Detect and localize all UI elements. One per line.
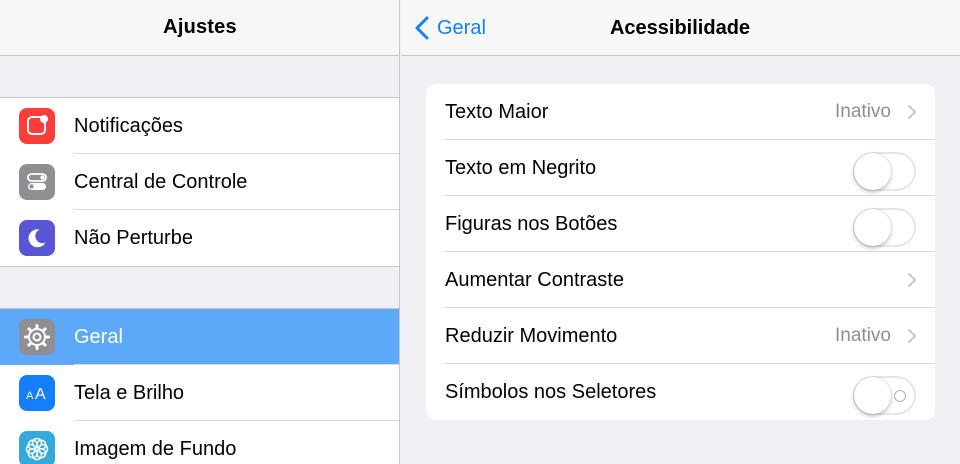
off-circle-icon: [894, 390, 906, 402]
page-title-container: Acessibilidade: [401, 0, 960, 56]
notifications-icon: [19, 108, 55, 144]
toggle-knob: [854, 153, 891, 190]
sidebar-item-label: Tela e Brilho: [74, 381, 185, 404]
chevron-right-icon: [908, 273, 916, 287]
row-reduzir-movimento[interactable]: Reduzir Movimento Inativo: [426, 308, 935, 364]
svg-text:A: A: [35, 386, 46, 403]
page-title: Acessibilidade: [609, 16, 751, 39]
sidebar-item-central-de-controle[interactable]: Central de Controle: [0, 154, 399, 210]
sidebar-group-1: Notificações Central de Controle Não Per…: [0, 97, 399, 267]
sidebar-item-label: Central de Controle: [74, 170, 248, 193]
sidebar-nav-bar: Ajustes: [0, 0, 399, 56]
row-simbolos-nos-seletores: Símbolos nos Seletores: [426, 364, 935, 420]
settings-sidebar: Ajustes Notificações Central de Controle…: [0, 0, 400, 464]
sidebar-item-label: Não Perturbe: [74, 226, 193, 249]
sidebar-item-label: Notificações: [74, 114, 183, 137]
row-value: Inativo: [835, 325, 891, 346]
control-center-icon: [19, 164, 55, 200]
row-texto-em-negrito: Texto em Negrito: [426, 140, 935, 196]
on-off-labels-toggle[interactable]: [853, 376, 916, 415]
sidebar-group-2: Geral A A Tela e Brilho Imagem de Fundo: [0, 308, 399, 464]
row-label: Texto em Negrito: [445, 156, 597, 179]
detail-pane: Geral Acessibilidade Texto Maior Inativo…: [401, 0, 960, 464]
detail-nav-bar: Geral Acessibilidade: [401, 0, 960, 56]
row-label: Aumentar Contraste: [445, 268, 624, 291]
chevron-right-icon: [908, 329, 916, 343]
row-label: Reduzir Movimento: [445, 324, 618, 347]
toggle-knob: [854, 209, 891, 246]
sidebar-item-tela-e-brilho[interactable]: A A Tela e Brilho: [0, 365, 399, 421]
accessibility-settings-list: Texto Maior Inativo Texto em Negrito Fig…: [426, 84, 935, 420]
row-texto-maior[interactable]: Texto Maior Inativo: [426, 84, 935, 140]
sidebar-item-label: Imagem de Fundo: [74, 437, 237, 460]
sidebar-title: Ajustes: [163, 16, 237, 38]
button-shapes-toggle[interactable]: [853, 208, 916, 247]
toggle-knob: [854, 377, 891, 414]
row-figuras-nos-botoes: Figuras nos Botões: [426, 196, 935, 252]
row-label: Símbolos nos Seletores: [445, 380, 657, 403]
chevron-right-icon: [908, 105, 916, 119]
sidebar-item-nao-perturbe[interactable]: Não Perturbe: [0, 210, 399, 266]
row-label: Figuras nos Botões: [445, 212, 618, 235]
row-value: Inativo: [835, 101, 891, 122]
sidebar-item-geral[interactable]: Geral: [0, 309, 399, 365]
sidebar-item-imagem-de-fundo[interactable]: Imagem de Fundo: [0, 421, 399, 464]
row-label: Texto Maior: [445, 100, 549, 123]
sidebar-item-notificacoes[interactable]: Notificações: [0, 98, 399, 154]
settings-split-view: Ajustes Notificações Central de Controle…: [0, 0, 960, 464]
bold-text-toggle[interactable]: [853, 152, 916, 191]
row-aumentar-contraste[interactable]: Aumentar Contraste: [426, 252, 935, 308]
gear-icon: [19, 319, 55, 355]
wallpaper-icon: [19, 431, 55, 464]
display-brightness-icon: A A: [19, 375, 55, 411]
moon-icon: [19, 220, 55, 256]
svg-text:A: A: [26, 390, 34, 402]
sidebar-item-label: Geral: [74, 325, 123, 348]
